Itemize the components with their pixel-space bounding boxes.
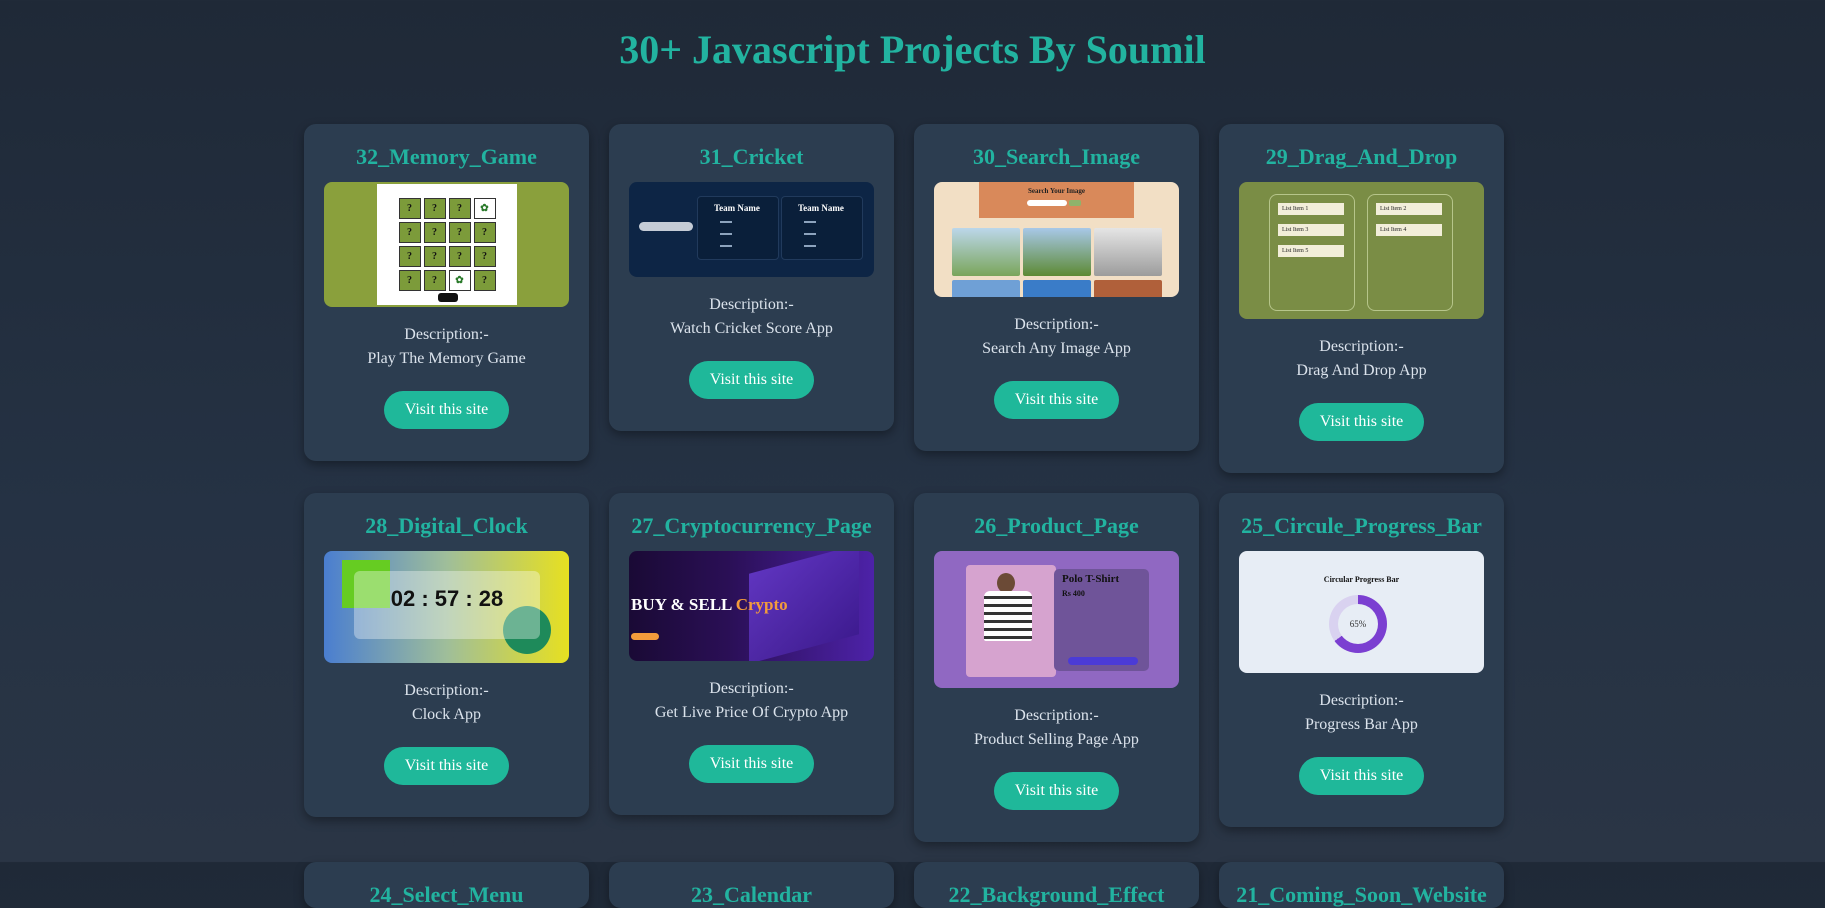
project-title: 22_Background_Effect <box>948 882 1165 907</box>
project-description: Description:- Product Selling Page App <box>974 707 1139 748</box>
project-title: 32_Memory_Game <box>356 144 537 169</box>
project-preview-image: ??? ✿ ???? ???? ?? ✿? <box>324 182 569 307</box>
project-card: 25_Circule_Progress_Bar Circular Progres… <box>1219 493 1504 827</box>
project-preview-image: Search Your Image <box>934 182 1179 297</box>
visit-site-button[interactable]: Visit this site <box>688 745 815 783</box>
project-card: 22_Background_Effect <box>914 862 1199 908</box>
project-preview-image: Circular Progress Bar 65% <box>1239 551 1484 673</box>
project-description: Description:- Drag And Drop App <box>1296 338 1427 379</box>
project-card: 21_Coming_Soon_Website <box>1219 862 1504 908</box>
project-card: 23_Calendar <box>609 862 894 908</box>
project-card: 28_Digital_Clock 02 : 57 : 28 Descriptio… <box>304 493 589 817</box>
project-description: Description:- Progress Bar App <box>1305 692 1418 733</box>
visit-site-button[interactable]: Visit this site <box>1298 757 1425 795</box>
project-description: Description:- Get Live Price Of Crypto A… <box>654 680 849 721</box>
project-description: Description:- Play The Memory Game <box>367 326 526 367</box>
project-title: 21_Coming_Soon_Website <box>1236 882 1487 907</box>
project-card: 32_Memory_Game ??? ✿ ???? ???? ?? ✿? Descr… <box>304 124 589 461</box>
project-title: 24_Select_Menu <box>369 882 524 907</box>
project-preview-image: BUY & SELL Crypto <box>629 551 874 661</box>
visit-site-button[interactable]: Visit this site <box>383 747 510 785</box>
visit-site-button[interactable]: Visit this site <box>688 361 815 399</box>
project-card: 27_Cryptocurrency_Page BUY & SELL Crypto… <box>609 493 894 815</box>
project-card: 29_Drag_And_Drop List Item 1 List Item 3… <box>1219 124 1504 473</box>
project-title: 25_Circule_Progress_Bar <box>1241 513 1482 538</box>
project-title: 29_Drag_And_Drop <box>1265 144 1458 169</box>
project-title: 28_Digital_Clock <box>365 513 528 538</box>
project-card: 31_Cricket Team Name Team Name Descripti… <box>609 124 894 431</box>
project-title: 26_Product_Page <box>974 513 1139 538</box>
project-preview-image: 02 : 57 : 28 <box>324 551 569 663</box>
project-preview-image: List Item 1 List Item 3 List Item 5 List… <box>1239 182 1484 319</box>
visit-site-button[interactable]: Visit this site <box>993 381 1120 419</box>
visit-site-button[interactable]: Visit this site <box>383 391 510 429</box>
visit-site-button[interactable]: Visit this site <box>993 772 1120 810</box>
project-description: Description:- Watch Cricket Score App <box>670 296 833 337</box>
project-card: 30_Search_Image Search Your Image Descri… <box>914 124 1199 451</box>
project-title: 27_Cryptocurrency_Page <box>631 513 872 538</box>
page-title: 30+ Javascript Projects By Soumil <box>619 27 1206 72</box>
project-preview-image: Team Name Team Name <box>629 182 874 277</box>
projects-grid: 32_Memory_Game ??? ✿ ???? ???? ?? ✿? Descr… <box>304 124 1504 908</box>
project-description: Description:- Search Any Image App <box>982 316 1131 357</box>
project-card: 24_Select_Menu <box>304 862 589 908</box>
project-preview-image: Polo T-Shirt Rs 400 <box>934 551 1179 688</box>
project-title: 23_Calendar <box>691 882 812 907</box>
project-description: Description:- Clock App <box>404 682 489 723</box>
project-title: 31_Cricket <box>699 144 804 169</box>
visit-site-button[interactable]: Visit this site <box>1298 403 1425 441</box>
project-title: 30_Search_Image <box>972 144 1141 169</box>
project-card: 26_Product_Page Polo T-Shirt Rs 400 Desc… <box>914 493 1199 842</box>
